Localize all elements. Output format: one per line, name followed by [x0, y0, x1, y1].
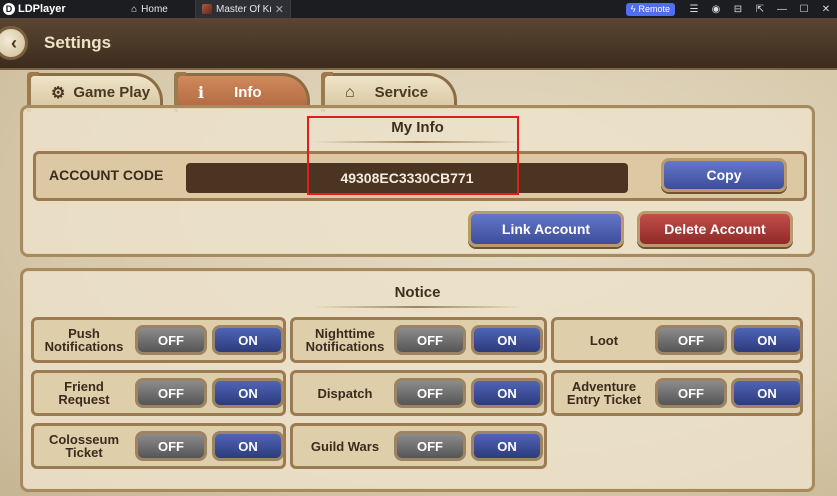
back-arrow-icon: ‹	[11, 32, 17, 53]
remote-button[interactable]: ϟ Remote	[625, 2, 675, 16]
copy-button[interactable]: Copy	[661, 158, 787, 192]
notice-title: Notice	[394, 284, 441, 301]
tab-game-play[interactable]: ⚙ Game Play	[27, 72, 163, 112]
page-title: Settings	[44, 33, 112, 52]
colosseum-off-toggle[interactable]: OFF	[135, 431, 207, 461]
remote-label: Remote	[638, 4, 670, 14]
notice-label: Guild Wars	[310, 438, 380, 454]
dispatch-off-toggle[interactable]: OFF	[394, 378, 466, 408]
emulator-titlebar: D LDPlayer ⌂ Home Master Of Kn... ✕ ϟ Re…	[0, 0, 837, 18]
notice-adventure-entry-ticket: Adventure Entry Ticket OFF ON	[551, 370, 803, 416]
push-off-toggle[interactable]: OFF	[135, 325, 207, 355]
notice-push-notifications: Push Notifications OFF ON	[31, 317, 286, 363]
colosseum-on-toggle[interactable]: ON	[212, 431, 284, 461]
notice-label: Nighttime Notifications	[305, 326, 385, 354]
friend-on-toggle[interactable]: ON	[212, 378, 284, 408]
delete-account-button[interactable]: Delete Account	[637, 211, 793, 247]
gear-icon: ⚙	[51, 84, 66, 102]
tab-info[interactable]: i Info	[174, 72, 310, 112]
notice-colosseum-ticket: Colosseum Ticket OFF ON	[31, 423, 286, 469]
tab-home-label: Home	[141, 3, 168, 15]
tab-game-label: Master Of Kn...	[216, 3, 271, 15]
ldplayer-logo-icon: D	[3, 3, 15, 15]
house-icon: ⌂	[345, 83, 355, 101]
notice-label: Adventure Entry Ticket	[566, 379, 642, 407]
title-divider	[313, 306, 523, 308]
brand: D LDPlayer	[0, 3, 100, 15]
menu-icon[interactable]: ☰	[683, 4, 705, 15]
tab-game[interactable]: Master Of Kn... ✕	[195, 0, 291, 18]
notice-dispatch: Dispatch OFF ON	[290, 370, 547, 416]
adventure-on-toggle[interactable]: ON	[731, 378, 803, 408]
notice-loot: Loot OFF ON	[551, 317, 803, 363]
push-on-toggle[interactable]: ON	[212, 325, 284, 355]
notice-label: Push Notifications	[44, 326, 124, 354]
link-account-button[interactable]: Link Account	[468, 211, 624, 247]
brand-name: LDPlayer	[18, 3, 66, 15]
notice-label: Colosseum Ticket	[48, 432, 120, 460]
notice-label: Friend Request	[58, 379, 110, 407]
user-icon[interactable]: ◉	[705, 4, 727, 15]
game-screen: ‹ Settings ⚙ Game Play i Info ⌂ Service …	[0, 18, 837, 496]
tab-home[interactable]: ⌂ Home	[100, 0, 195, 18]
guild-wars-off-toggle[interactable]: OFF	[394, 431, 466, 461]
notice-guild-wars: Guild Wars OFF ON	[290, 423, 547, 469]
notice-panel: Notice Push Notifications OFF ON Nighttim…	[20, 268, 815, 492]
fullscreen-icon[interactable]: ⇱	[749, 4, 771, 15]
close-window-icon[interactable]: ✕	[815, 4, 837, 15]
settings-header: ‹ Settings	[0, 18, 837, 70]
info-icon: i	[198, 83, 205, 102]
tab-service[interactable]: ⌂ Service	[321, 72, 457, 112]
notice-label: Dispatch	[317, 385, 373, 401]
highlight-box	[307, 116, 519, 195]
adventure-off-toggle[interactable]: OFF	[655, 378, 727, 408]
settings-icon[interactable]: ⊟	[727, 4, 749, 15]
home-icon: ⌂	[131, 3, 138, 15]
game-thumbnail-icon	[202, 4, 212, 14]
back-button[interactable]: ‹	[0, 26, 28, 60]
loot-on-toggle[interactable]: ON	[731, 325, 803, 355]
loot-off-toggle[interactable]: OFF	[655, 325, 727, 355]
notice-friend-request: Friend Request OFF ON	[31, 370, 286, 416]
friend-off-toggle[interactable]: OFF	[135, 378, 207, 408]
tab-game-play-label: Game Play	[73, 84, 151, 101]
tab-service-label: Service	[374, 84, 429, 101]
tab-info-label: Info	[234, 84, 262, 101]
account-code-label: ACCOUNT CODE	[49, 167, 164, 183]
nighttime-on-toggle[interactable]: ON	[471, 325, 543, 355]
close-tab-icon[interactable]: ✕	[275, 3, 284, 16]
lightning-icon: ϟ	[630, 4, 636, 14]
notice-label: Loot	[589, 332, 619, 348]
maximize-icon[interactable]: ☐	[793, 4, 815, 15]
minimize-icon[interactable]: —	[771, 4, 793, 15]
notice-nighttime-notifications: Nighttime Notifications OFF ON	[290, 317, 547, 363]
nighttime-off-toggle[interactable]: OFF	[394, 325, 466, 355]
dispatch-on-toggle[interactable]: ON	[471, 378, 543, 408]
guild-wars-on-toggle[interactable]: ON	[471, 431, 543, 461]
